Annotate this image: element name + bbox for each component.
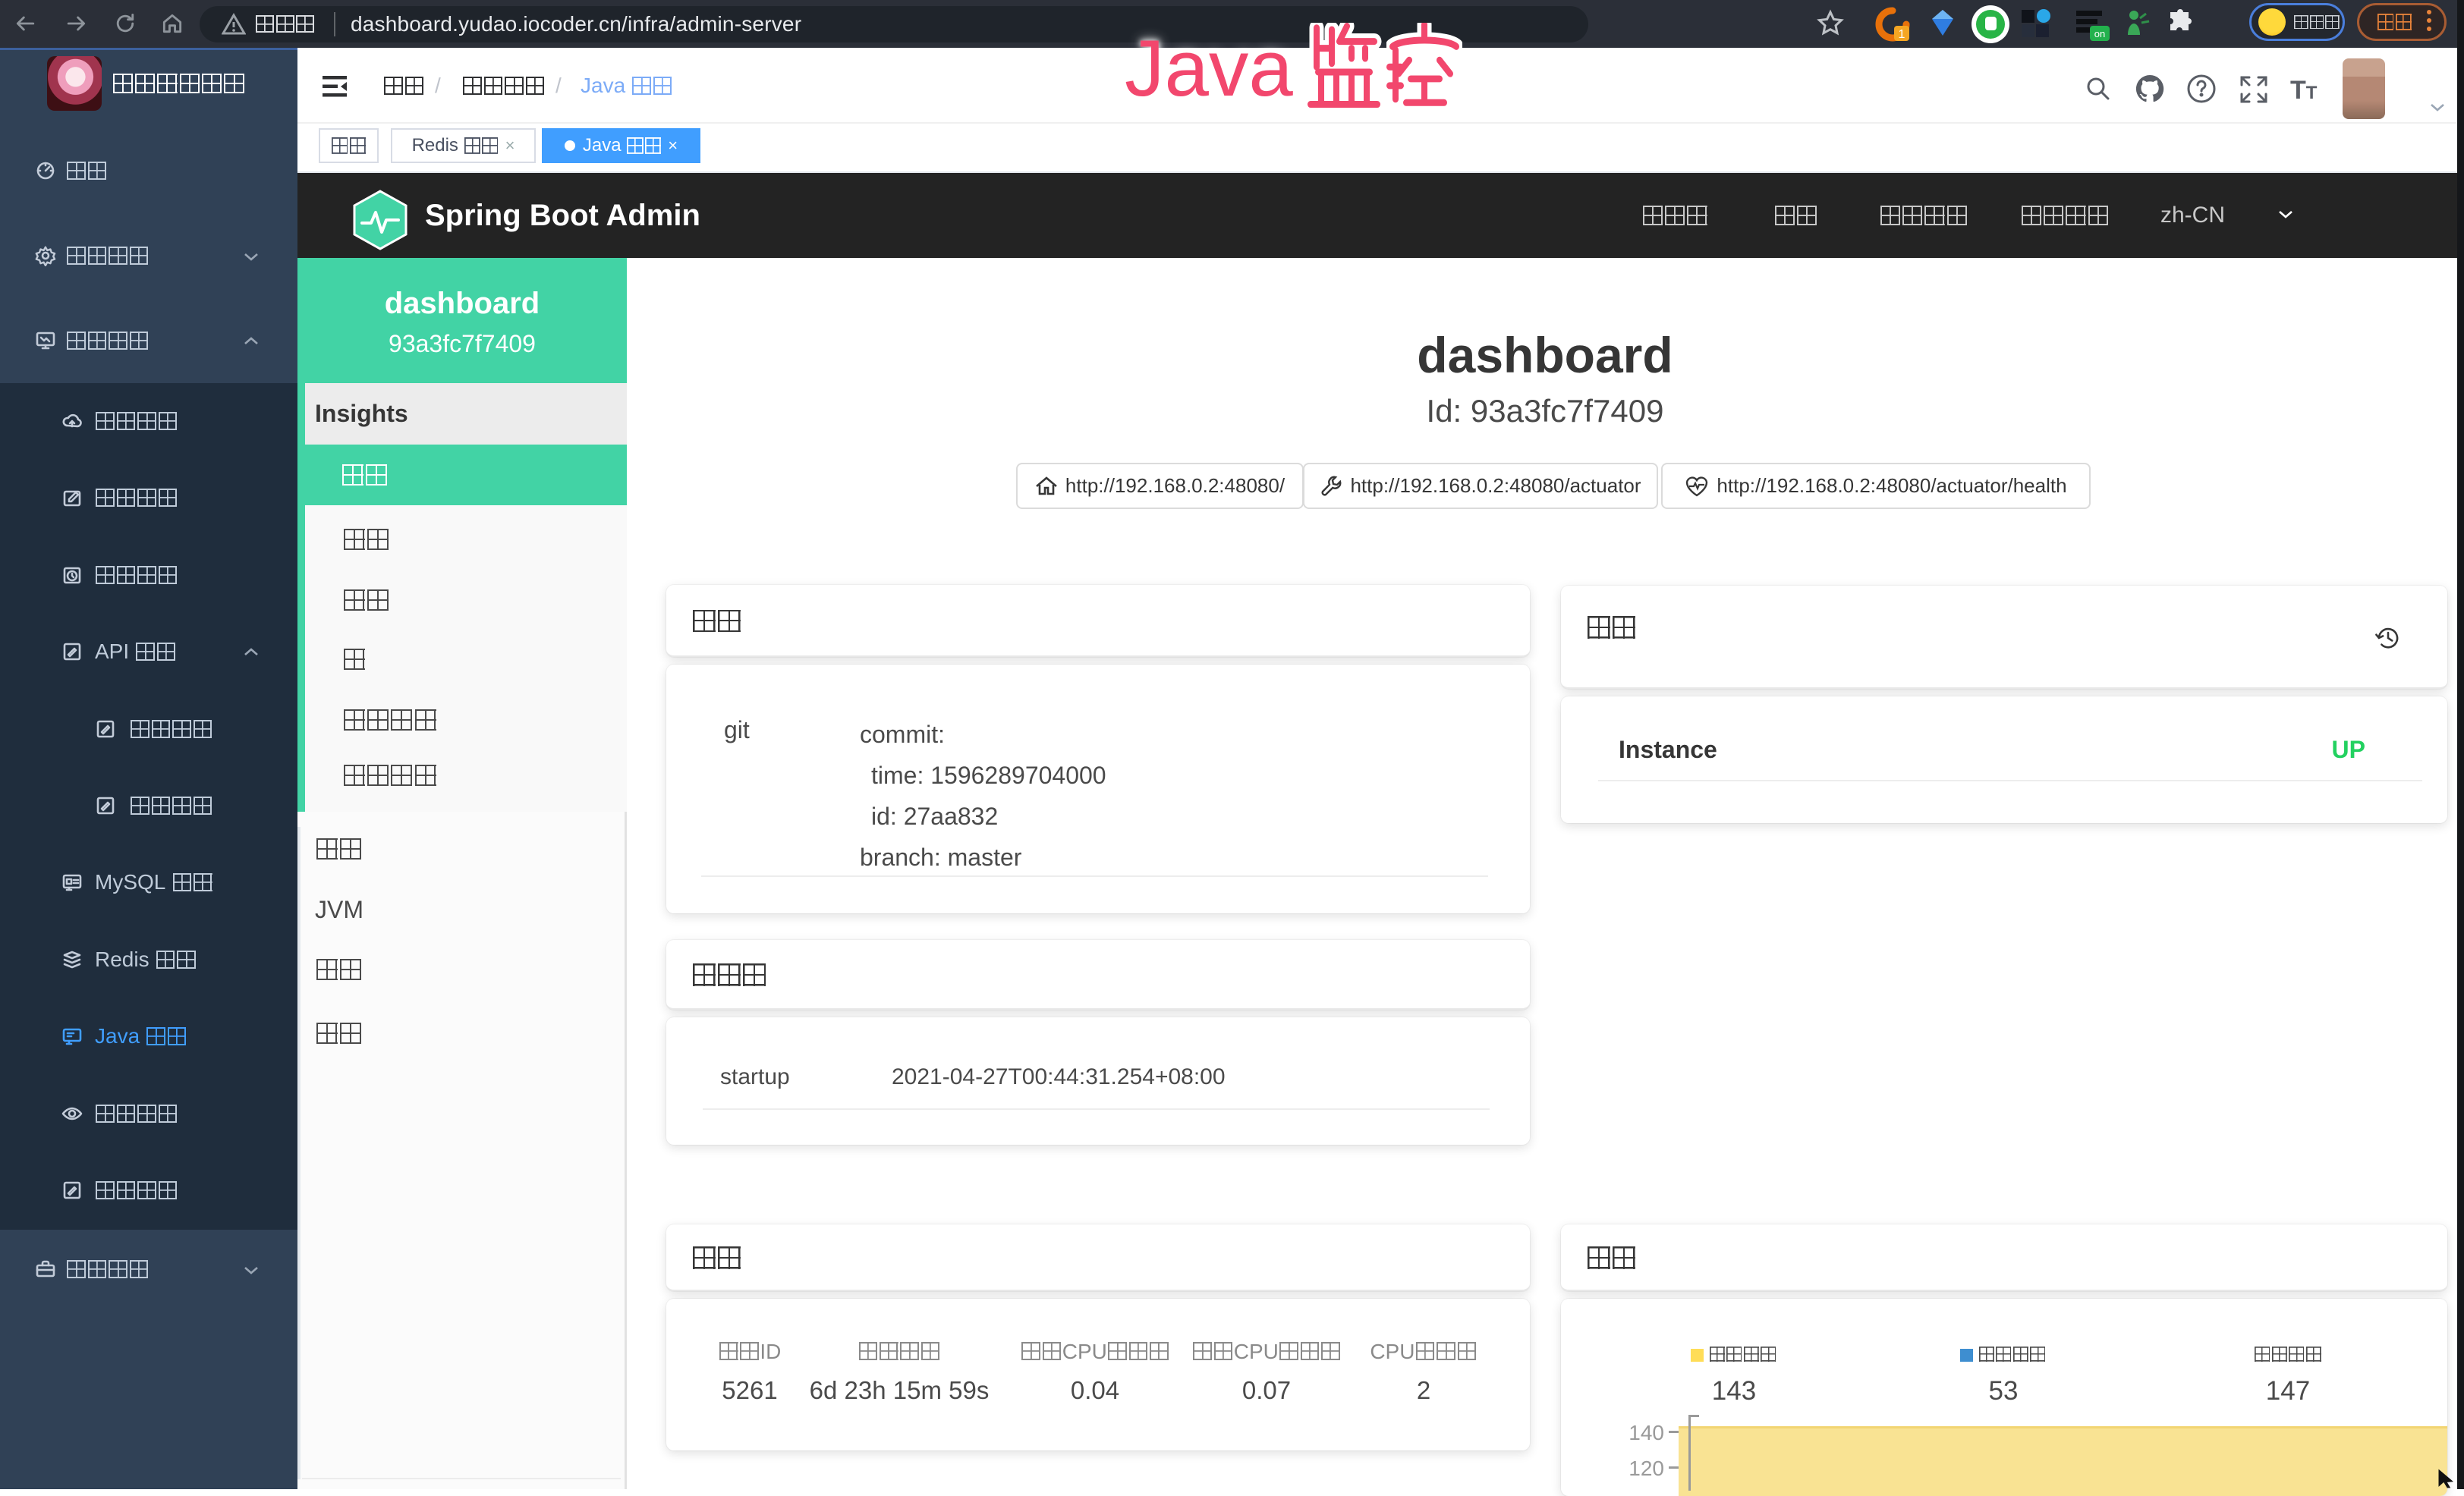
svg-text:on: on xyxy=(2094,28,2105,39)
svg-text:1: 1 xyxy=(1899,28,1905,41)
